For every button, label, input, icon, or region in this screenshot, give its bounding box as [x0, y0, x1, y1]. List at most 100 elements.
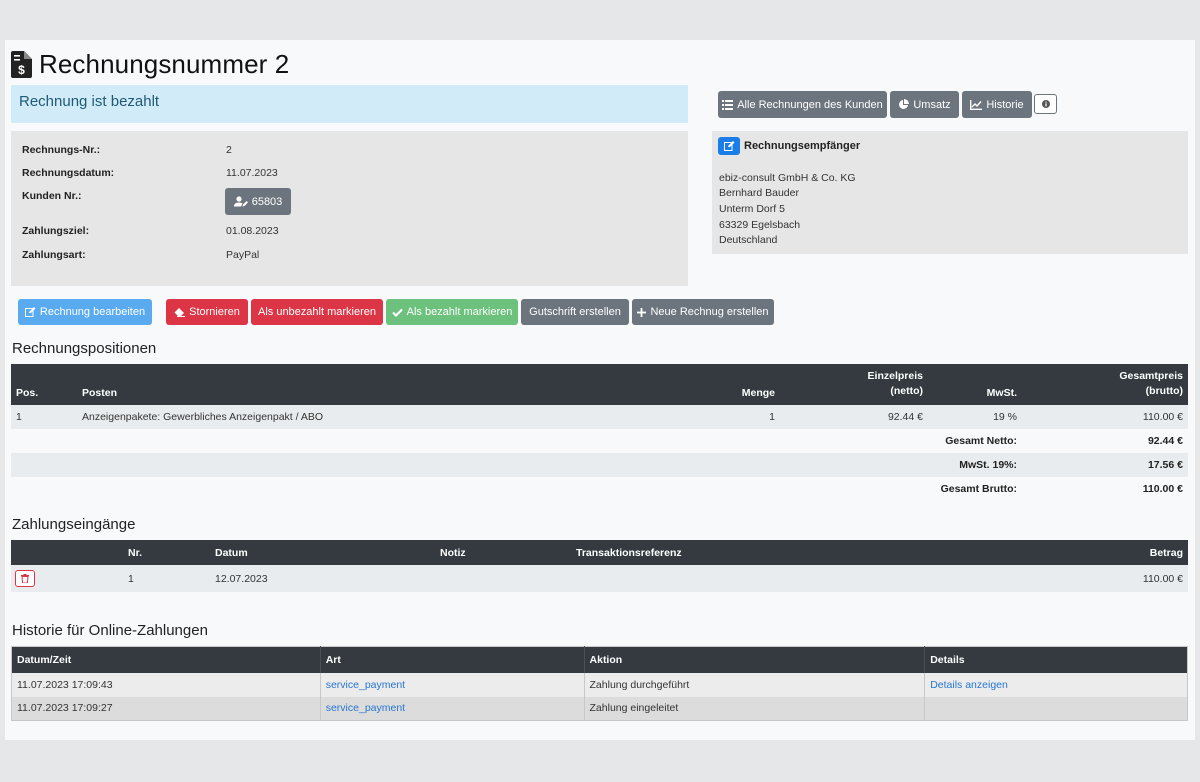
status-alert: Rechnung ist bezahlt — [11, 85, 688, 123]
info-label: Kunden Nr.: — [22, 190, 82, 202]
revenue-label: Umsatz — [913, 98, 951, 111]
totals-row-net: Gesamt Netto: 92.44 € — [11, 429, 1188, 453]
mark-paid-label: Als bezahlt markieren — [406, 306, 513, 318]
col-header-item: Posten — [77, 364, 652, 405]
col-header-note: Notiz — [435, 540, 571, 565]
cell-action: Zahlung durchgeführt — [584, 672, 926, 697]
cell-action: Zahlung eingeleitet — [584, 696, 926, 721]
cancel-invoice-button[interactable]: Stornieren — [166, 299, 248, 325]
info-value: PayPal — [226, 249, 260, 261]
delete-payment-button[interactable] — [15, 570, 35, 587]
all-invoices-button[interactable]: Alle Rechnungen des Kunden — [718, 91, 887, 118]
cell-actions — [11, 565, 123, 592]
col-header-reference: Transaktionsreferenz — [571, 540, 771, 565]
page-heading: Rechnungsnummer 2 — [39, 48, 290, 79]
edit-recipient-button[interactable] — [718, 137, 740, 155]
cell-nr: 1 — [128, 572, 134, 585]
show-details-link[interactable]: Details anzeigen — [930, 679, 1008, 691]
col-header-total-line1: Gesamtpreis — [1119, 370, 1183, 382]
eraser-icon — [174, 307, 186, 317]
recipient-line: Deutschland — [719, 234, 778, 246]
pie-chart-icon — [899, 99, 910, 109]
cell-type: service_payment — [320, 672, 585, 697]
recipient-box: Rechnungsempfänger ebiz-consult GmbH & C… — [712, 131, 1188, 254]
cell-datetime: 11.07.2023 17:09:27 — [11, 696, 321, 721]
list-icon — [722, 99, 734, 110]
col-header-unit-price-line2: (netto) — [890, 385, 923, 397]
edit-invoice-label: Rechnung bearbeiten — [39, 306, 146, 318]
payment-type-link[interactable]: service_payment — [326, 702, 405, 714]
info-label: Zahlungsart: — [22, 249, 86, 261]
mark-unpaid-label: Als unbezahlt markieren — [257, 306, 376, 318]
cell-qty: 1 — [769, 411, 775, 423]
cell-note — [435, 565, 571, 592]
col-header-details: Details — [924, 646, 1188, 673]
create-credit-note-label: Gutschrift erstellen — [529, 306, 621, 318]
user-edit-icon — [233, 196, 248, 207]
table-row: 1 12.07.2023 110.00 € — [11, 565, 1188, 592]
edit-invoice-button[interactable]: Rechnung bearbeiten — [18, 299, 152, 325]
cell-vat: 19 % — [993, 411, 1017, 423]
total-value: 17.56 € — [1147, 459, 1183, 471]
cell-datetime: 11.07.2023 17:09:43 — [11, 672, 321, 697]
cell-pos: 1 — [16, 411, 22, 423]
recipient-line: Bernhard Bauder — [719, 187, 799, 199]
table-header-row: Datum/Zeit Art Aktion Details — [11, 646, 1188, 673]
totals-row-gross: Gesamt Brutto: 110.00 € — [11, 477, 1188, 501]
info-label: Rechnungs-Nr.: — [22, 144, 101, 156]
info-value: 2 — [226, 144, 232, 156]
col-header-total-line2: (brutto) — [1145, 385, 1183, 397]
total-value: 92.44 € — [1147, 435, 1183, 447]
positions-table: Pos. Posten Menge Einzelpreis (netto) Mw… — [11, 364, 1188, 501]
cell-type: service_payment — [320, 696, 585, 721]
col-header-unit-price: Einzelpreis (netto) — [780, 364, 928, 405]
recipient-line: ebiz-consult GmbH & Co. KG — [719, 172, 856, 184]
info-button[interactable] — [1034, 94, 1057, 114]
col-header-datetime: Datum/Zeit — [11, 646, 321, 673]
col-header-amount: Betrag — [771, 540, 1188, 565]
online-history-table: Datum/Zeit Art Aktion Details 11.07.2023… — [11, 646, 1188, 721]
customer-number: 65803 — [251, 195, 283, 208]
history-button[interactable]: Historie — [962, 91, 1032, 118]
svg-text:$: $ — [18, 63, 25, 77]
line-chart-icon — [970, 99, 983, 110]
info-value: 11.07.2023 — [226, 167, 278, 179]
total-label: Gesamt Netto: — [945, 435, 1017, 447]
cell-details: Details anzeigen — [925, 673, 1188, 697]
table-row: 11.07.2023 17:09:27 service_payment Zahl… — [11, 696, 1188, 721]
col-header-qty: Menge — [652, 364, 780, 405]
col-header-date: Datum — [210, 540, 435, 565]
col-header-total: Gesamtpreis (brutto) — [1022, 364, 1188, 405]
create-credit-note-button[interactable]: Gutschrift erstellen — [521, 299, 629, 325]
cell-total: 110.00 € — [1142, 411, 1183, 423]
col-header-type: Art — [320, 646, 585, 673]
col-header-vat: MwSt. — [928, 364, 1022, 405]
mark-unpaid-button[interactable]: Als unbezahlt markieren — [251, 299, 383, 325]
positions-title: Rechnungspositionen — [12, 340, 157, 357]
revenue-button[interactable]: Umsatz — [890, 91, 959, 118]
new-invoice-button[interactable]: Neue Rechnug erstellen — [632, 299, 774, 325]
cell-unit-price: 92.44 € — [887, 411, 923, 423]
check-icon — [391, 308, 403, 317]
info-icon — [1041, 100, 1050, 108]
online-history-title: Historie für Online-Zahlungen — [12, 622, 208, 639]
all-invoices-label: Alle Rechnungen des Kunden — [737, 98, 883, 111]
info-value: 01.08.2023 — [226, 225, 279, 237]
table-header-row: Nr. Datum Notiz Transaktionsreferenz Bet… — [11, 540, 1188, 565]
cell-item: Anzeigenpakete: Gewerbliches Anzeigenpak… — [82, 411, 324, 423]
payments-table: Nr. Datum Notiz Transaktionsreferenz Bet… — [11, 540, 1188, 592]
invoice-info-box: Rechnungs-Nr.: 2 Rechnungsdatum: 11.07.2… — [11, 131, 688, 286]
cell-date: 12.07.2023 — [215, 572, 268, 585]
page: $ Rechnungsnummer 2 Rechnung ist bezahlt… — [5, 40, 1195, 740]
mark-paid-button[interactable]: Als bezahlt markieren — [386, 299, 518, 325]
col-header-action: Aktion — [584, 646, 926, 673]
customer-number-button[interactable]: 65803 — [225, 188, 291, 215]
edit-icon — [24, 307, 36, 317]
payment-type-link[interactable]: service_payment — [326, 679, 405, 691]
cancel-invoice-label: Stornieren — [189, 306, 240, 318]
new-invoice-label: Neue Rechnug erstellen — [650, 306, 769, 318]
table-row: 1 Anzeigenpakete: Gewerbliches Anzeigenp… — [11, 405, 1188, 429]
cell-amount: 110.00 € — [1142, 572, 1183, 585]
cell-details — [925, 697, 1188, 721]
total-label: Gesamt Brutto: — [940, 483, 1017, 495]
